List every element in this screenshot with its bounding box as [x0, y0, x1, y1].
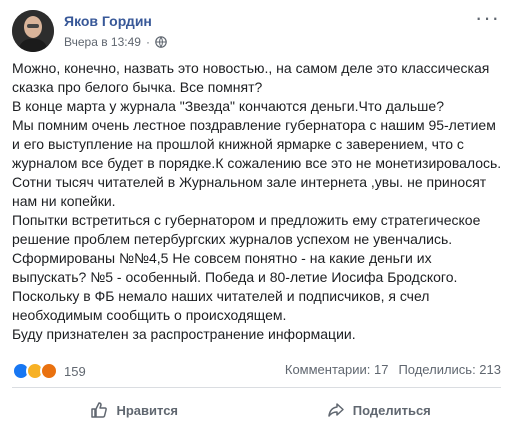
like-button[interactable]: Нравится: [12, 392, 257, 428]
post-text-line: решение проблем петербургских журналов у…: [12, 231, 453, 247]
reactions-summary[interactable]: 159: [12, 362, 86, 380]
angry-reaction-icon: [40, 362, 58, 380]
post-text-line: Буду признателен за распространение инфо…: [12, 326, 356, 342]
avatar[interactable]: [12, 10, 54, 52]
shares-count-link[interactable]: Поделились: 213: [398, 362, 501, 377]
reaction-count: 159: [64, 363, 86, 379]
more-options-icon[interactable]: ···: [475, 7, 500, 29]
post-text-line: Можно, конечно, назвать это новостью., н…: [12, 60, 490, 76]
post-text-line: нам ни копейки.: [12, 193, 116, 209]
post-text-line: Мы помним очень лестное поздравление губ…: [12, 117, 496, 133]
engagement-stats: Комментарии: 17 Поделились: 213: [285, 362, 501, 377]
share-button[interactable]: Поделиться: [257, 392, 502, 428]
post-header: Яков Гордин Вчера в 13:49 · ···: [12, 7, 502, 58]
post-text-line: В конце марта у журнала "Звезда" кончают…: [12, 98, 444, 114]
thumbs-up-icon: [91, 402, 108, 418]
post-text-line: сказка про белого бычка. Все помнят?: [12, 79, 263, 95]
post-text-line: и его выступление на прошлой книжной ярм…: [12, 136, 464, 152]
meta-separator: ·: [145, 35, 150, 49]
post-text-line: журналом все будет в порядке.К сожалению…: [12, 155, 502, 171]
post-text-line: Сформированы №№4,5 Не совсем понятно - н…: [12, 250, 432, 266]
share-button-label: Поделиться: [352, 402, 431, 418]
globe-icon: [155, 36, 167, 48]
post-meta: Вчера в 13:49 ·: [64, 35, 167, 49]
post-text-line: Сотни тысяч читателей в Журнальном зале …: [12, 174, 487, 190]
post-text-line: Попытки встретиться с губернатором и пре…: [12, 212, 481, 228]
post-text-line: выпускать? №5 - особенный. Победа и 80-л…: [12, 269, 458, 285]
post-timestamp[interactable]: Вчера в 13:49: [64, 35, 141, 49]
post-text-line: Поскольку в ФБ немало наших читателей и …: [12, 288, 430, 304]
divider: [12, 387, 501, 388]
share-arrow-icon: [327, 403, 344, 417]
post-text-line: необходимым сообщить о происходящем.: [12, 307, 287, 323]
author-name[interactable]: Яков Гордин: [64, 13, 152, 29]
action-bar: Нравится Поделиться: [12, 392, 501, 428]
like-button-label: Нравится: [116, 402, 179, 418]
post-text: Можно, конечно, назвать это новостью., н…: [12, 59, 502, 344]
comments-count-link[interactable]: Комментарии: 17: [285, 362, 389, 377]
